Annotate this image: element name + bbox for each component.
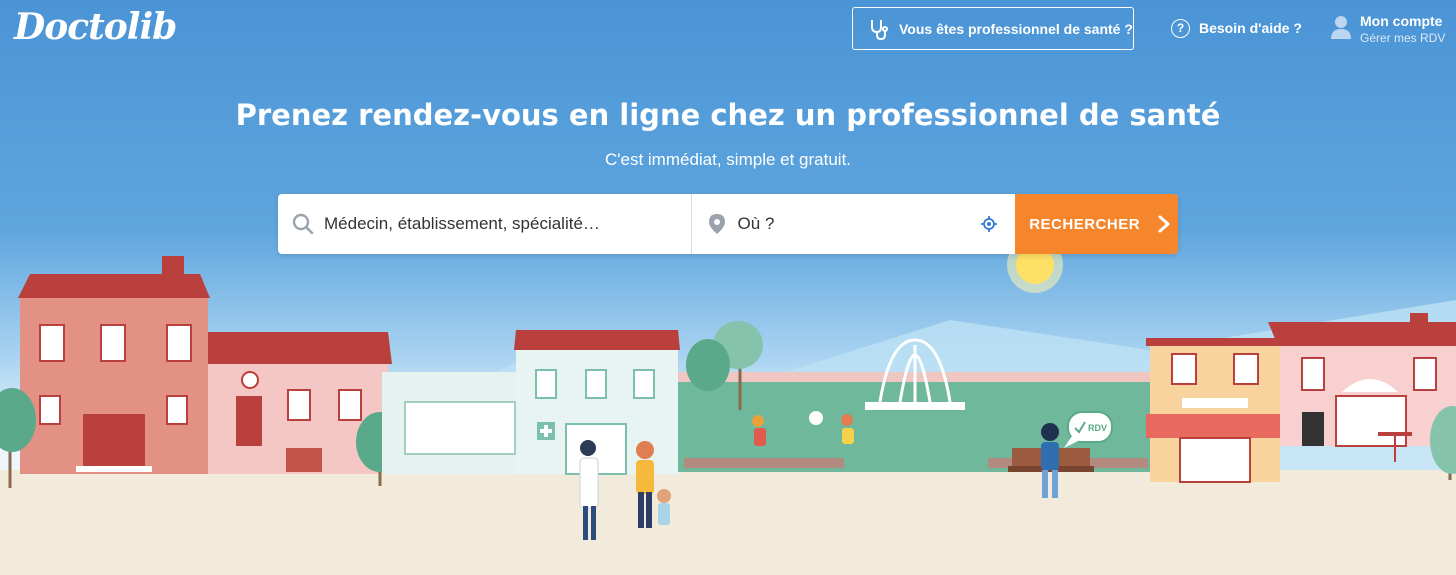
account-title: Mon compte	[1360, 13, 1443, 29]
search-bar: RECHERCHER	[278, 194, 1178, 254]
pink-cafe	[1268, 313, 1456, 462]
search-input[interactable]	[322, 203, 676, 245]
help-label: Besoin d'aide ?	[1199, 20, 1302, 36]
what-field	[278, 194, 692, 254]
chevron-right-icon	[1158, 215, 1170, 233]
professional-button[interactable]: Vous êtes professionnel de santé ?	[852, 7, 1134, 50]
where-field	[692, 194, 1016, 254]
hero-banner: RDV Doctolib Vous êtes professionnel de …	[0, 0, 1456, 575]
location-input[interactable]	[735, 203, 970, 245]
help-link[interactable]: ? Besoin d'aide ?	[1171, 16, 1302, 40]
location-pin-icon	[706, 213, 728, 235]
search-icon	[292, 213, 314, 235]
doctolib-logo[interactable]: Doctolib	[14, 6, 177, 48]
rdv-bubble-text: RDV	[1088, 423, 1107, 433]
red-townhouse	[18, 256, 210, 474]
stethoscope-icon	[867, 17, 891, 41]
town-illustration: RDV	[0, 237, 1456, 575]
account-menu[interactable]: Mon compte Gérer mes RDV	[1330, 12, 1445, 46]
page-title: Prenez rendez-vous en ligne chez un prof…	[235, 98, 1221, 132]
search-button[interactable]: RECHERCHER	[1015, 194, 1178, 254]
search-button-label: RECHERCHER	[1029, 215, 1141, 233]
user-icon	[1330, 14, 1352, 40]
clinic-building	[514, 330, 680, 475]
account-subtitle: Gérer mes RDV	[1360, 31, 1446, 45]
professional-button-label: Vous êtes professionnel de santé ?	[899, 20, 1133, 37]
page-subtitle: C'est immédiat, simple et gratuit.	[604, 150, 852, 169]
yellow-shop	[1146, 338, 1284, 483]
geolocate-icon[interactable]	[981, 216, 998, 232]
help-icon: ?	[1171, 18, 1190, 38]
